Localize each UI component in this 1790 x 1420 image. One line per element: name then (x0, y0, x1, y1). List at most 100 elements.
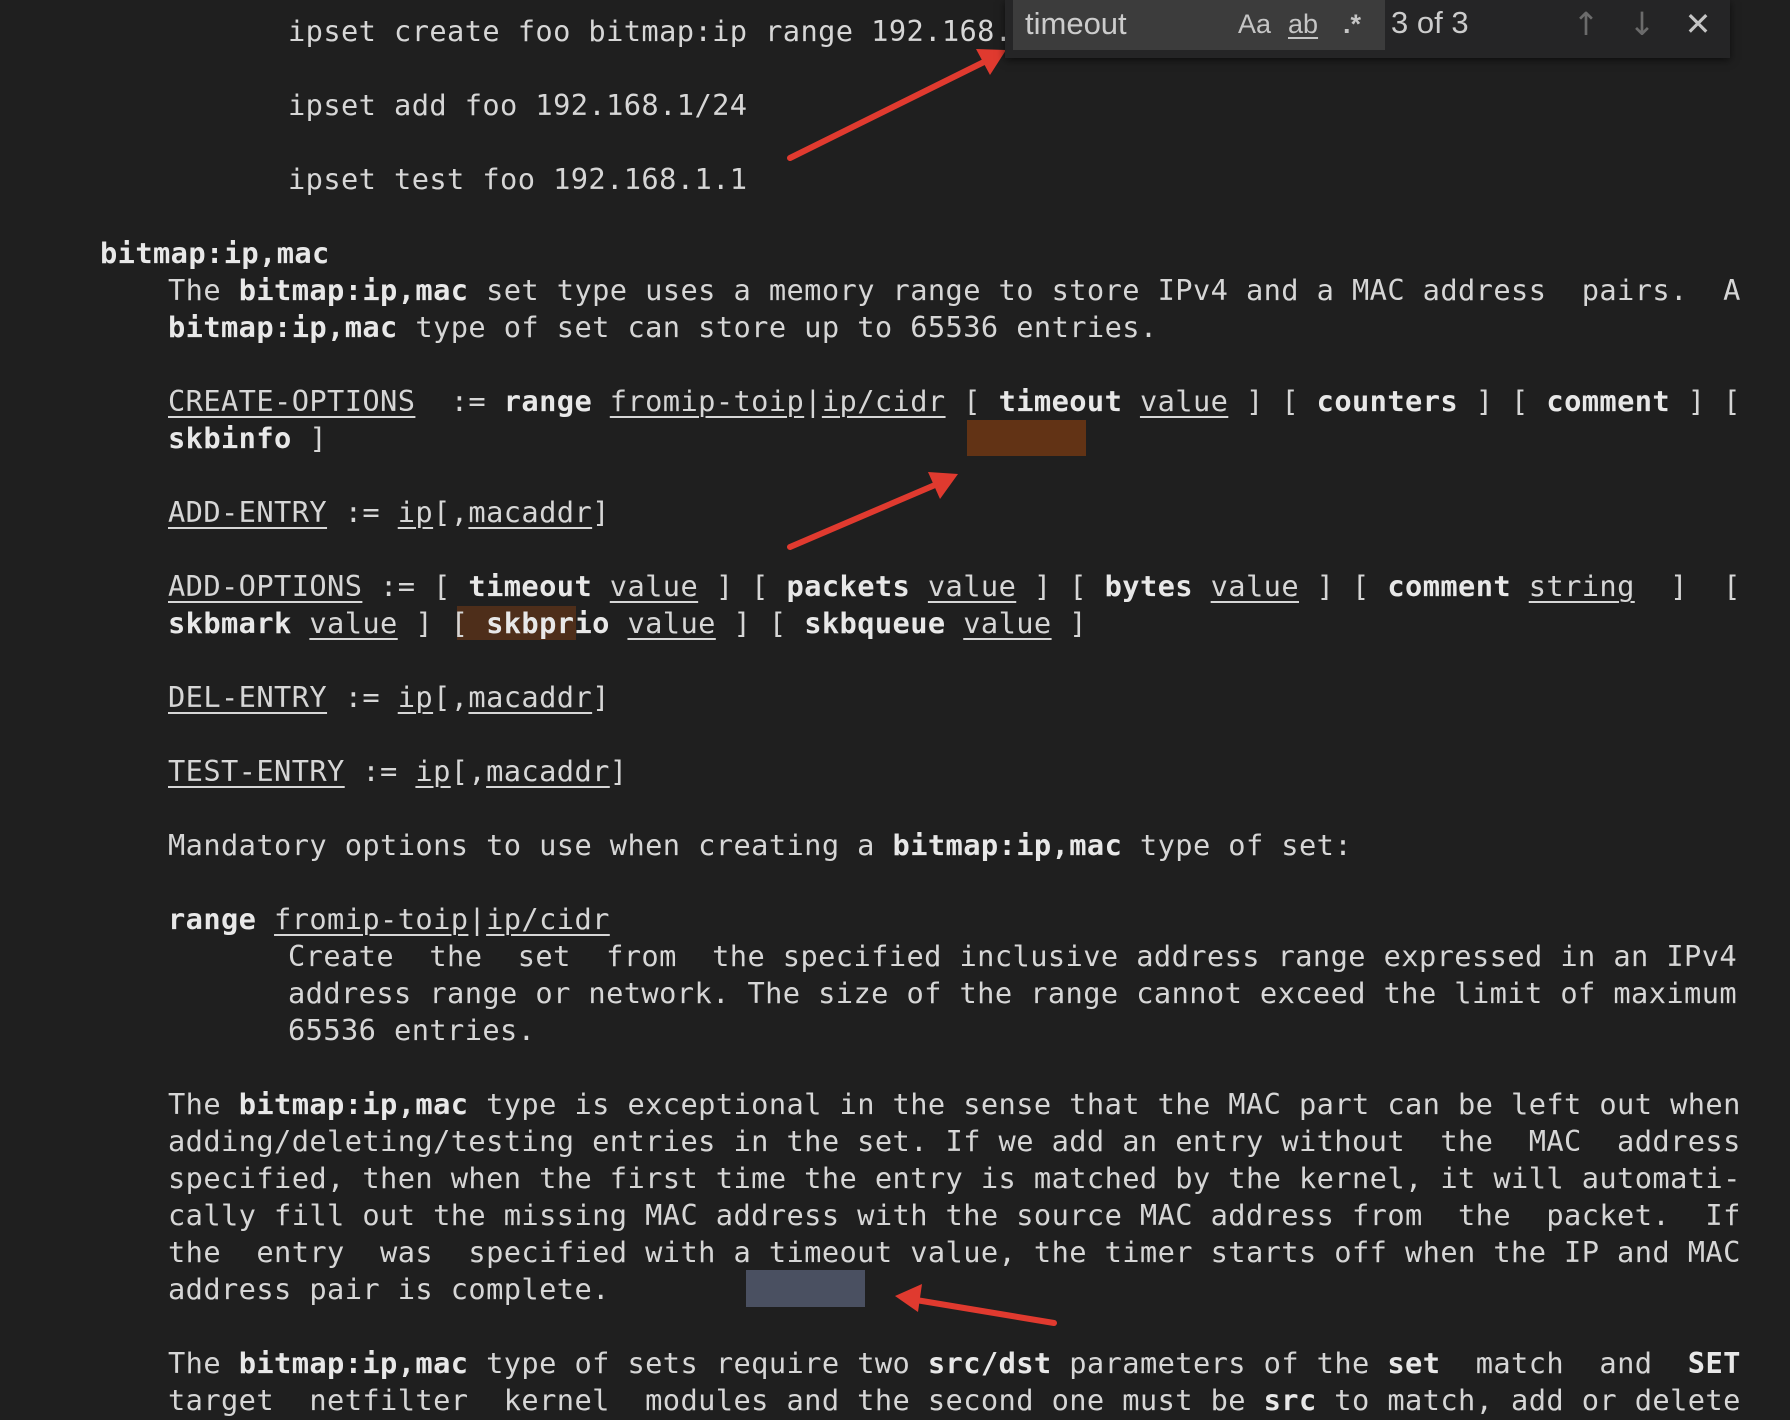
text: [, (450, 754, 487, 788)
annotation-arrow (913, 1297, 1057, 1326)
text: type of sets require two (468, 1346, 928, 1380)
text (292, 606, 310, 640)
find-input[interactable] (1025, 6, 1215, 42)
text: [ (945, 384, 999, 418)
range-desc-3: 65536 entries. (288, 1013, 536, 1047)
type-name: bitmap:ip,mac (238, 1346, 469, 1380)
text (1511, 569, 1529, 603)
add-entry-line: ADD-ENTRY := ip[,macaddr] (168, 494, 610, 531)
type-name: bitmap:ip,mac (168, 310, 398, 344)
para2-line-2: target netfilter kernel modules and the … (168, 1382, 1741, 1419)
text (610, 606, 628, 640)
keyword: comment (1387, 569, 1512, 603)
text: ] (609, 754, 628, 788)
keyword: skbmark (168, 606, 292, 640)
text: [, (433, 495, 469, 529)
text: := (327, 495, 398, 529)
whole-word-toggle[interactable]: ab (1288, 6, 1318, 42)
text: ] [ (698, 569, 787, 603)
param: fromip-toip (609, 384, 805, 418)
text: ] (592, 495, 610, 529)
text: ] [ (715, 606, 805, 640)
param: value (1210, 569, 1299, 603)
text: ] [ (1458, 384, 1547, 418)
range-desc-1: Create the set from the specified inclus… (288, 939, 1738, 973)
keyword: counters (1316, 384, 1459, 418)
param: value (609, 569, 699, 603)
create-options-line-1: CREATE-OPTIONS := range fromip-toip|ip/c… (168, 383, 1741, 420)
keyword: skbinfo (168, 421, 292, 455)
term: ADD-ENTRY (168, 495, 328, 529)
close-find-button[interactable]: ✕ (1680, 6, 1716, 42)
text (592, 384, 610, 418)
param: string (1528, 569, 1635, 603)
text: ] [ (1299, 569, 1388, 603)
match-case-toggle[interactable]: Aa (1238, 6, 1271, 42)
param: macaddr (468, 495, 593, 529)
text: The (168, 273, 239, 307)
type-name: bitmap:ip,mac (238, 1087, 469, 1121)
add-options-line-1: ADD-OPTIONS := [ timeout value ] [ packe… (168, 568, 1741, 605)
annotation-arrow (787, 57, 991, 161)
param: value (627, 606, 716, 640)
param: ip/cidr (821, 384, 946, 418)
find-input-container: Aa ab .* (1013, 0, 1385, 50)
keyword: src/dst (927, 1346, 1052, 1380)
arrow-down-icon: ↓ (1628, 5, 1656, 43)
keyword-timeout: timeout (998, 384, 1123, 418)
text: ] [ (1670, 384, 1741, 418)
text: The (168, 1087, 239, 1121)
test-entry-line: TEST-ENTRY := ip[,macaddr] (168, 753, 627, 790)
close-icon: ✕ (1684, 5, 1712, 43)
text (1193, 569, 1211, 603)
text: := [ (362, 569, 469, 603)
keyword: bytes (1104, 569, 1193, 603)
range-heading: range fromip-toip|ip/cidr (168, 901, 610, 938)
param: value (309, 606, 398, 640)
param: ip (397, 495, 434, 529)
next-match-button[interactable]: ↓ (1624, 6, 1660, 42)
find-match-count: 3 of 3 (1391, 5, 1469, 40)
annotation-arrowhead (928, 472, 958, 499)
find-widget: Aa ab .* 3 of 3 ↑ ↓ ✕ (1005, 0, 1730, 58)
text (946, 606, 964, 640)
del-entry-line: DEL-ENTRY := ip[,macaddr] (168, 679, 610, 716)
param: value (1139, 384, 1229, 418)
text (256, 902, 274, 936)
text: := (344, 754, 416, 788)
text: := (415, 384, 504, 418)
text: to match, add or delete (1316, 1383, 1741, 1417)
text: [, (433, 680, 469, 714)
text: | (804, 384, 822, 418)
param: ip (397, 680, 434, 714)
previous-match-button[interactable]: ↑ (1568, 6, 1604, 42)
text: parameters of the (1051, 1346, 1388, 1380)
text: ] [ (1228, 384, 1317, 418)
para1-line-4: cally fill out the missing MAC address w… (168, 1198, 1741, 1232)
param: value (963, 606, 1052, 640)
keyword: skbprio (486, 606, 610, 640)
code-example-create: ipset create foo bitmap:ip range 192.168… (288, 14, 1031, 48)
keyword: comment (1546, 384, 1671, 418)
text: ] [ (1016, 569, 1105, 603)
code-example-add: ipset add foo 192.168.1/24 (288, 88, 748, 122)
text: ] [ (397, 606, 487, 640)
intro-line-2: bitmap:ip,mac type of set can store up t… (168, 309, 1158, 346)
selection-highlight (746, 1270, 865, 1307)
para1-line-5: the entry was specified with a timeout v… (168, 1235, 1741, 1269)
param: fromip-toip (274, 902, 469, 936)
regex-toggle[interactable]: .* (1343, 6, 1361, 42)
keyword-timeout: timeout (468, 569, 593, 603)
type-name: bitmap:ip,mac (892, 828, 1123, 862)
text (1122, 384, 1140, 418)
keyword: src (1263, 1383, 1317, 1417)
annotation-arrowhead (976, 49, 1006, 75)
para2-line-1: The bitmap:ip,mac type of sets require t… (168, 1345, 1741, 1382)
text: | (468, 902, 487, 936)
term: CREATE-OPTIONS (168, 384, 416, 418)
text: target netfilter kernel modules and the … (168, 1383, 1264, 1417)
find-match-highlight-current (967, 420, 1086, 456)
intro-line-1: The bitmap:ip,mac set type uses a memory… (168, 272, 1741, 309)
param: macaddr (486, 754, 610, 788)
text: set type uses a memory range to store IP… (468, 273, 1741, 307)
